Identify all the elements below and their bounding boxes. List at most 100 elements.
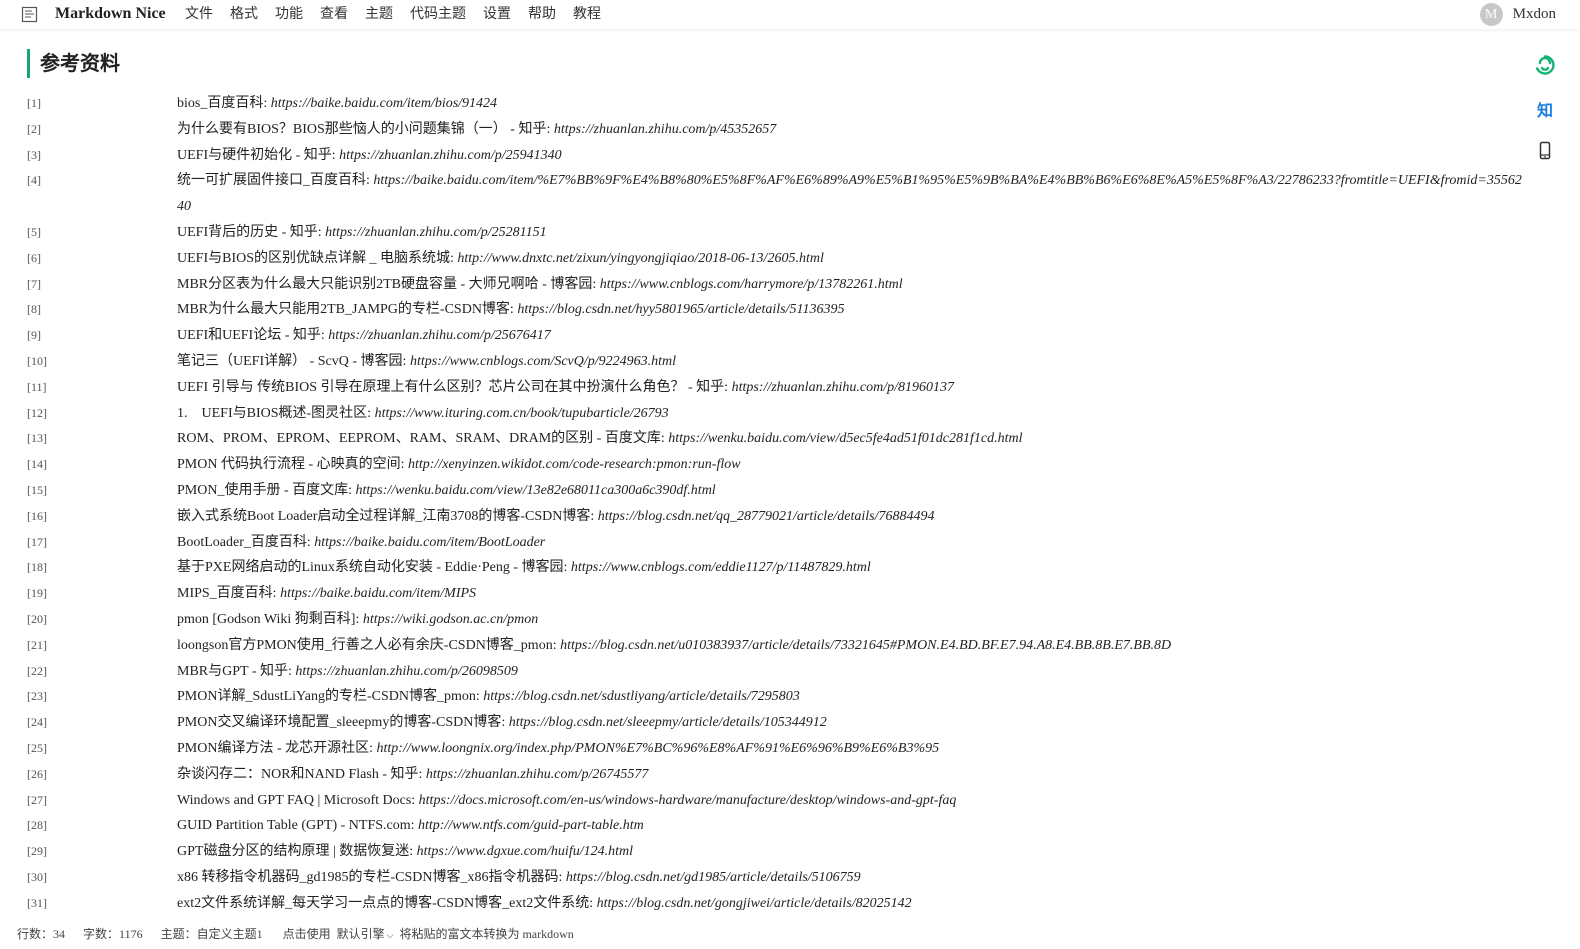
reference-url[interactable]: https://baike.baidu.com/item/%E7%BB%9F%E… <box>177 173 1522 214</box>
reference-item: [5] UEFI背后的历史 - 知乎: https://zhuanlan.zhih… <box>0 220 1540 246</box>
reference-url[interactable]: https://docs.microsoft.com/en-us/windows… <box>419 793 957 808</box>
avatar[interactable]: M <box>1479 3 1503 26</box>
reference-item: [27] Windows and GPT FAQ | Microsoft Docs… <box>0 788 1540 814</box>
menu-file[interactable]: 文件 <box>185 5 213 23</box>
reference-url[interactable]: https://blog.csdn.net/gd1985/article/det… <box>566 870 861 885</box>
menu-function[interactable]: 功能 <box>275 5 303 23</box>
reference-title: MBR分区表为什么最大只能识别2TB硬盘容量 - 大师兄啊哈 - 博客园: <box>177 276 600 292</box>
reference-title: MBR与GPT - 知乎: <box>177 663 296 679</box>
reference-url[interactable]: https://zhuanlan.zhihu.com/p/25941340 <box>339 148 561 163</box>
reference-title: 基于PXE网络启动的Linux系统自动化安装 - Eddie·Peng - 博客… <box>177 560 571 576</box>
reference-url[interactable]: http://www.ntfs.com/guid-part-table.htm <box>418 818 644 833</box>
reference-number: [28] <box>27 818 47 833</box>
reference-number: [13] <box>27 431 47 446</box>
reference-url[interactable]: https://wiki.godson.ac.cn/pmon <box>363 612 538 627</box>
reference-url[interactable]: https://wenku.baidu.com/view/13e82e68011… <box>356 483 716 498</box>
phone-preview-icon[interactable] <box>1534 140 1556 167</box>
reference-item: [8] MBR为什么最大只能用2TB_JAMPG的专栏-CSDN博客: https… <box>0 297 1540 323</box>
reference-url[interactable]: https://zhuanlan.zhihu.com/p/45352657 <box>554 122 776 137</box>
reference-title: PMON编译方法 - 龙芯开源社区: <box>177 740 377 756</box>
menu-tutorial[interactable]: 教程 <box>573 5 601 23</box>
reference-number: [22] <box>27 663 47 678</box>
menu-code-theme[interactable]: 代码主题 <box>410 5 466 23</box>
reference-title: UEFI与硬件初始化 - 知乎: <box>177 147 340 163</box>
reference-url[interactable]: https://blog.csdn.net/gongjiwei/article/… <box>597 896 912 911</box>
reference-url[interactable]: https://wenku.baidu.com/view/d5ec5fe4ad5… <box>668 431 1022 446</box>
reference-url[interactable]: https://www.dgxue.com/huifu/124.html <box>417 844 633 859</box>
reference-number: [20] <box>27 611 47 626</box>
reference-url[interactable]: https://zhuanlan.zhihu.com/p/25281151 <box>325 225 546 240</box>
reference-body: UEFI与BIOS的区别优缺点详解 _ 电脑系统城: http://www.dn… <box>177 246 1527 272</box>
reference-item: [23] PMON详解_SdustLiYang的专栏-CSDN博客_pmon: h… <box>0 684 1540 710</box>
menu-view[interactable]: 查看 <box>320 5 348 23</box>
reference-url[interactable]: https://zhuanlan.zhihu.com/p/26745577 <box>426 767 648 782</box>
menu-theme[interactable]: 主题 <box>365 5 393 23</box>
app-title: Markdown Nice <box>55 5 166 22</box>
reference-url[interactable]: https://zhuanlan.zhihu.com/p/25676417 <box>328 328 550 343</box>
wechat-copy-icon[interactable] <box>1534 54 1556 81</box>
user-menu[interactable]: M Mxdon <box>1479 3 1556 26</box>
username[interactable]: Mxdon <box>1513 6 1556 23</box>
reference-url[interactable]: https://blog.csdn.net/hyy5801965/article… <box>517 302 844 317</box>
reference-body: UEFI背后的历史 - 知乎: https://zhuanlan.zhihu.c… <box>177 220 1527 246</box>
reference-number: [18] <box>27 560 47 575</box>
reference-url[interactable]: https://zhuanlan.zhihu.com/p/81960137 <box>732 380 954 395</box>
reference-body: PMON_使用手册 - 百度文库: https://wenku.baidu.co… <box>177 478 1527 504</box>
reference-body: PMON编译方法 - 龙芯开源社区: http://www.loongnix.o… <box>177 736 1527 762</box>
zhihu-copy-icon[interactable]: 知 <box>1534 97 1556 121</box>
reference-url[interactable]: https://blog.csdn.net/sleeepmy/article/d… <box>509 715 827 730</box>
reference-number: [12] <box>27 405 47 420</box>
reference-url[interactable]: https://zhuanlan.zhihu.com/p/26098509 <box>295 664 517 679</box>
reference-url[interactable]: http://xenyinzen.wikidot.com/code-resear… <box>408 457 741 472</box>
reference-body: ROM、PROM、EPROM、EEPROM、RAM、SRAM、DRAM的区别 -… <box>177 426 1527 452</box>
engine-select[interactable]: 默认引擎 ⌵ <box>337 925 394 942</box>
reference-url[interactable]: https://baike.baidu.com/item/BootLoader <box>314 535 545 550</box>
reference-item: [11] UEFI 引导与 传统BIOS 引导在原理上有什么区别？芯片公司在其中扮… <box>0 375 1540 401</box>
reference-url[interactable]: https://www.cnblogs.com/eddie1127/p/1148… <box>571 560 871 575</box>
menu-help[interactable]: 帮助 <box>528 5 556 23</box>
reference-title: x86 转移指令机器码_gd1985的专栏-CSDN博客_x86指令机器码: <box>177 869 566 885</box>
reference-title: ext2文件系统详解_每天学习一点点的博客-CSDN博客_ext2文件系统: <box>177 895 597 911</box>
reference-item: [4] 统一可扩展固件接口_百度百科: https://baike.baidu.c… <box>0 168 1540 220</box>
reference-item: [24] PMON交叉编译环境配置_sleeepmy的博客-CSDN博客: htt… <box>0 710 1540 736</box>
reference-body: loongson官方PMON使用_行善之人必有余庆-CSDN博客_pmon: h… <box>177 633 1527 659</box>
preview-pane[interactable]: 参考资料 [1] bios_百度百科: https://baike.baidu.c… <box>0 29 1580 917</box>
reference-title: BootLoader_百度百科: <box>177 534 315 550</box>
app-logo-icon[interactable] <box>21 6 38 23</box>
reference-url[interactable]: http://www.loongnix.org/index.php/PMON%E… <box>377 741 940 756</box>
reference-title: 1. UEFI与BIOS概述-图灵社区: <box>177 405 375 421</box>
reference-number: [7] <box>27 276 41 291</box>
reference-url[interactable]: https://baike.baidu.com/item/bios/91424 <box>271 96 497 111</box>
reference-item: [2] 为什么要有BIOS？BIOS那些恼人的小问题集锦（一） - 知乎: htt… <box>0 117 1540 143</box>
reference-item: [22] MBR与GPT - 知乎: https://zhuanlan.zhihu… <box>0 659 1540 685</box>
reference-title: MIPS_百度百科: <box>177 586 281 602</box>
chevron-down-icon: ⌵ <box>386 929 394 940</box>
reference-body: BootLoader_百度百科: https://baike.baidu.com… <box>177 530 1527 556</box>
reference-url[interactable]: https://blog.csdn.net/sdustliyang/articl… <box>483 689 800 704</box>
reference-body: MIPS_百度百科: https://baike.baidu.com/item/… <box>177 581 1527 607</box>
reference-item: [25] PMON编译方法 - 龙芯开源社区: http://www.loongn… <box>0 736 1540 762</box>
reference-url[interactable]: https://blog.csdn.net/qq_28779021/articl… <box>598 509 935 524</box>
reference-url[interactable]: https://www.ituring.com.cn/book/tupubart… <box>375 406 669 421</box>
reference-number: [11] <box>27 379 47 394</box>
reference-number: [26] <box>27 766 47 781</box>
reference-item: [14] PMON 代码执行流程 - 心映真的空间: http://xenyinz… <box>0 452 1540 478</box>
menu-format[interactable]: 格式 <box>230 5 258 23</box>
reference-body: GPT磁盘分区的结构原理 | 数据恢复迷: https://www.dgxue.… <box>177 839 1527 865</box>
reference-list: [1] bios_百度百科: https://baike.baidu.com/it… <box>0 91 1540 917</box>
reference-title: 统一可扩展固件接口_百度百科: <box>177 173 374 189</box>
reference-title: 为什么要有BIOS？BIOS那些恼人的小问题集锦（一） - 知乎: <box>177 121 554 137</box>
paste-convert-toggle[interactable]: 将粘贴的富文本转换为 markdown <box>399 925 573 942</box>
reference-number: [17] <box>27 534 47 549</box>
reference-url[interactable]: https://baike.baidu.com/item/MIPS <box>280 586 476 601</box>
reference-url[interactable]: https://www.cnblogs.com/harrymore/p/1378… <box>600 277 903 292</box>
menu-settings[interactable]: 设置 <box>483 5 511 23</box>
reference-item: [31] ext2文件系统详解_每天学习一点点的博客-CSDN博客_ext2文件系… <box>0 891 1540 917</box>
reference-item: [17] BootLoader_百度百科: https://baike.baidu… <box>0 530 1540 556</box>
reference-url[interactable]: https://blog.csdn.net/u010383937/article… <box>560 638 1171 653</box>
reference-body: 为什么要有BIOS？BIOS那些恼人的小问题集锦（一） - 知乎: https:… <box>177 117 1527 143</box>
reference-url[interactable]: http://www.dnxtc.net/zixun/yingyongjiqia… <box>457 251 823 266</box>
reference-number: [15] <box>27 482 47 497</box>
reference-url[interactable]: https://www.cnblogs.com/ScvQ/p/9224963.h… <box>410 354 676 369</box>
reference-title: ROM、PROM、EPROM、EEPROM、RAM、SRAM、DRAM的区别 -… <box>177 431 669 447</box>
